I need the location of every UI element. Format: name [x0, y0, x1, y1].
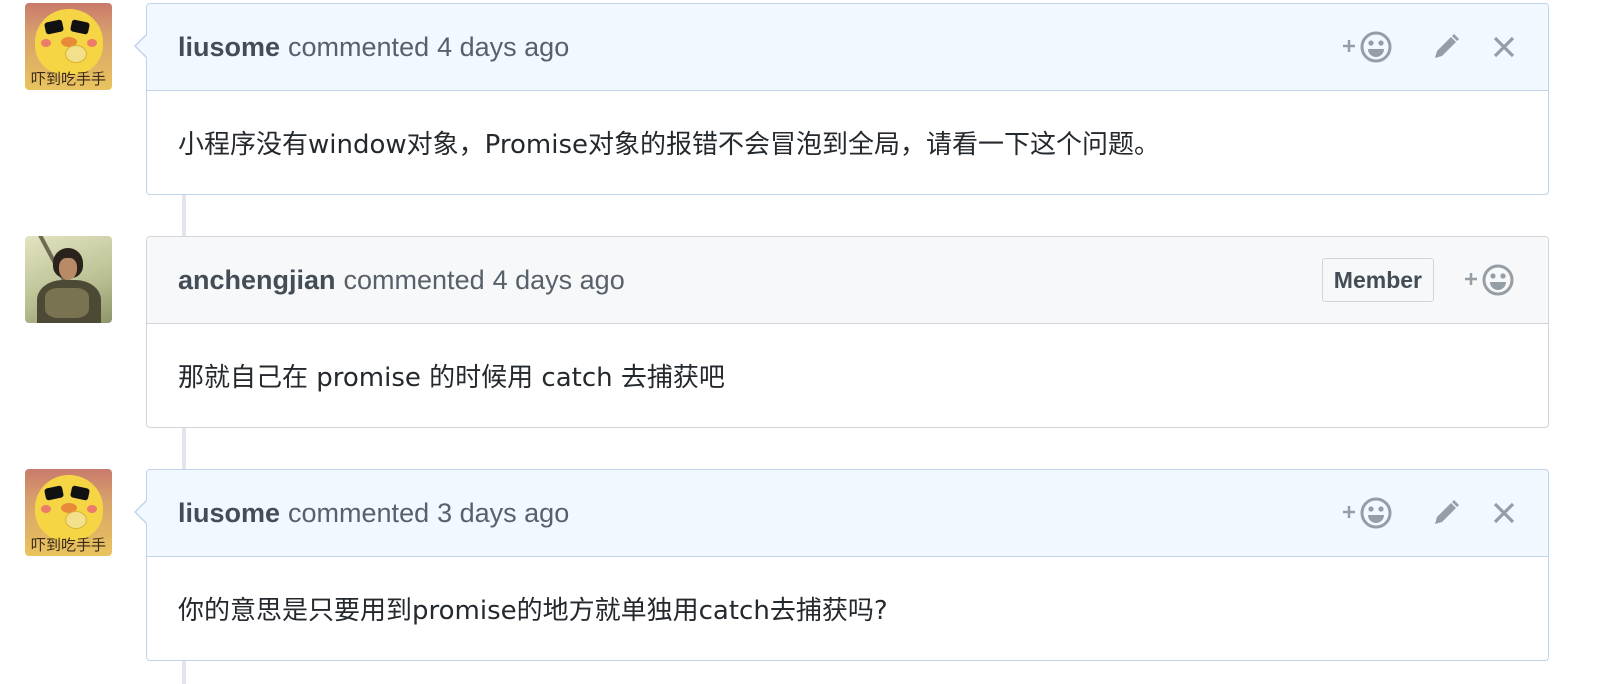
- comment-box: liusome commented 3 days ago 你的意思是只要用到pr…: [134, 469, 1549, 661]
- avatar[interactable]: [25, 236, 112, 323]
- timeline-connector: [182, 661, 186, 684]
- avatar[interactable]: 吓到吃手手: [25, 469, 112, 556]
- timeline-connector: [182, 195, 186, 236]
- comment-box: liusome commented 4 days ago 小程序没有window…: [134, 3, 1549, 195]
- comment-author[interactable]: anchengjian: [178, 265, 336, 296]
- comment-header: liusome commented 3 days ago: [147, 470, 1548, 557]
- comment-author[interactable]: liusome: [178, 32, 280, 63]
- comment: 吓到吃手手 liusome commented 4 days ago 小程序没有…: [0, 3, 1618, 195]
- timeline-connector: [182, 428, 186, 469]
- add-reaction-smiley-icon[interactable]: [1340, 27, 1396, 67]
- comment-header: liusome commented 4 days ago: [147, 4, 1548, 91]
- close-x-icon[interactable]: [1490, 27, 1518, 67]
- comment-body: 小程序没有window对象，Promise对象的报错不会冒泡到全局，请看一下这个…: [178, 129, 1160, 160]
- comment-action: commented: [288, 31, 430, 62]
- comment: anchengjian commented 4 days ago Member: [0, 236, 1618, 428]
- avatar[interactable]: 吓到吃手手: [25, 3, 112, 90]
- member-badge: Member: [1321, 258, 1434, 302]
- comment-actions: [1340, 27, 1518, 67]
- comment-timestamp[interactable]: 3 days ago: [437, 498, 569, 529]
- comment-timestamp[interactable]: 4 days ago: [437, 32, 569, 63]
- add-reaction-smiley-icon[interactable]: [1340, 493, 1396, 533]
- comment-action: commented: [343, 264, 485, 295]
- close-x-icon[interactable]: [1490, 493, 1518, 533]
- comment-actions: Member: [1321, 258, 1518, 302]
- avatar-caption: 吓到吃手手: [30, 536, 106, 554]
- comment-box: anchengjian commented 4 days ago Member: [146, 236, 1549, 428]
- pencil-icon[interactable]: [1430, 493, 1462, 533]
- comment-timestamp[interactable]: 4 days ago: [493, 265, 625, 296]
- add-reaction-smiley-icon[interactable]: [1462, 260, 1518, 300]
- comment: 吓到吃手手 liusome commented 3 days ago 你的意思是…: [0, 469, 1618, 661]
- comment-author[interactable]: liusome: [178, 498, 280, 529]
- pencil-icon[interactable]: [1430, 27, 1462, 67]
- avatar-caption: 吓到吃手手: [30, 70, 106, 88]
- comment-actions: [1340, 493, 1518, 533]
- comment-body: 你的意思是只要用到promise的地方就单独用catch去捕获吗?: [178, 595, 888, 626]
- comment-body: 那就自己在 promise 的时候用 catch 去捕获吧: [178, 362, 725, 393]
- comment-action: commented: [288, 497, 430, 528]
- comment-header: anchengjian commented 4 days ago Member: [147, 237, 1548, 324]
